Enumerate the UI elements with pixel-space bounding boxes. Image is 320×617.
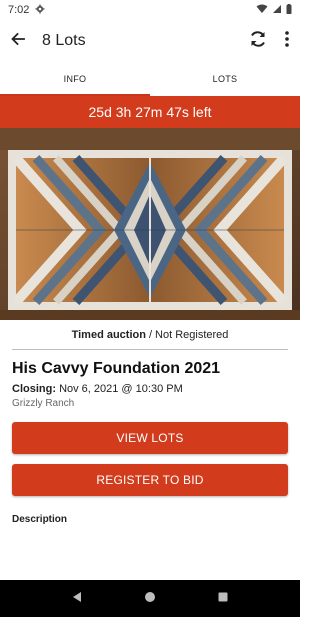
- app-bar: 8 Lots: [0, 20, 300, 62]
- recents-square-icon[interactable]: [217, 590, 229, 608]
- system-nav-bar: [0, 580, 300, 617]
- closing-row: Closing: Nov 6, 2021 @ 10:30 PM: [12, 383, 288, 395]
- tab-lots[interactable]: LOTS: [150, 62, 300, 96]
- closing-label: Closing:: [12, 383, 56, 395]
- auction-image: [0, 128, 300, 320]
- auction-type: Timed auction: [71, 328, 146, 341]
- registration-status: Not Registered: [155, 328, 229, 341]
- countdown-banner: 25d 3h 27m 47s left: [0, 96, 300, 128]
- auction-image-artwork: [0, 128, 300, 320]
- status-time: 7:02: [8, 4, 30, 16]
- status-bar: 7:02: [0, 0, 300, 20]
- register-to-bid-button[interactable]: REGISTER TO BID: [12, 464, 288, 496]
- view-lots-button[interactable]: VIEW LOTS: [12, 422, 288, 454]
- back-triangle-icon[interactable]: [71, 590, 83, 608]
- signal-icon: [272, 4, 282, 17]
- gear-icon: [35, 4, 45, 17]
- battery-icon: [286, 3, 292, 17]
- register-to-bid-label: REGISTER TO BID: [96, 473, 204, 487]
- refresh-icon[interactable]: [248, 29, 268, 54]
- tab-bar: INFO LOTS: [0, 62, 300, 96]
- tab-info[interactable]: INFO: [0, 62, 150, 96]
- tab-info-label: INFO: [63, 74, 87, 84]
- tab-lots-label: LOTS: [212, 74, 238, 84]
- auction-info: Timed auction / Not Registered His Cavvy…: [0, 320, 300, 409]
- wifi-icon: [256, 4, 268, 17]
- more-vertical-icon[interactable]: [284, 30, 290, 53]
- auction-name: His Cavvy Foundation 2021: [12, 360, 221, 377]
- view-lots-label: VIEW LOTS: [116, 431, 184, 445]
- page-title: 8 Lots: [42, 32, 86, 49]
- countdown-text: 25d 3h 27m 47s left: [88, 104, 212, 120]
- auction-type-row: Timed auction / Not Registered: [12, 320, 288, 350]
- description-heading: Description: [12, 514, 68, 525]
- closing-value: Nov 6, 2021 @ 10:30 PM: [59, 383, 183, 395]
- arrow-back-icon[interactable]: [10, 31, 26, 52]
- auction-type-separator: /: [148, 328, 153, 341]
- venue: Grizzly Ranch: [12, 398, 75, 409]
- home-circle-icon[interactable]: [144, 590, 156, 608]
